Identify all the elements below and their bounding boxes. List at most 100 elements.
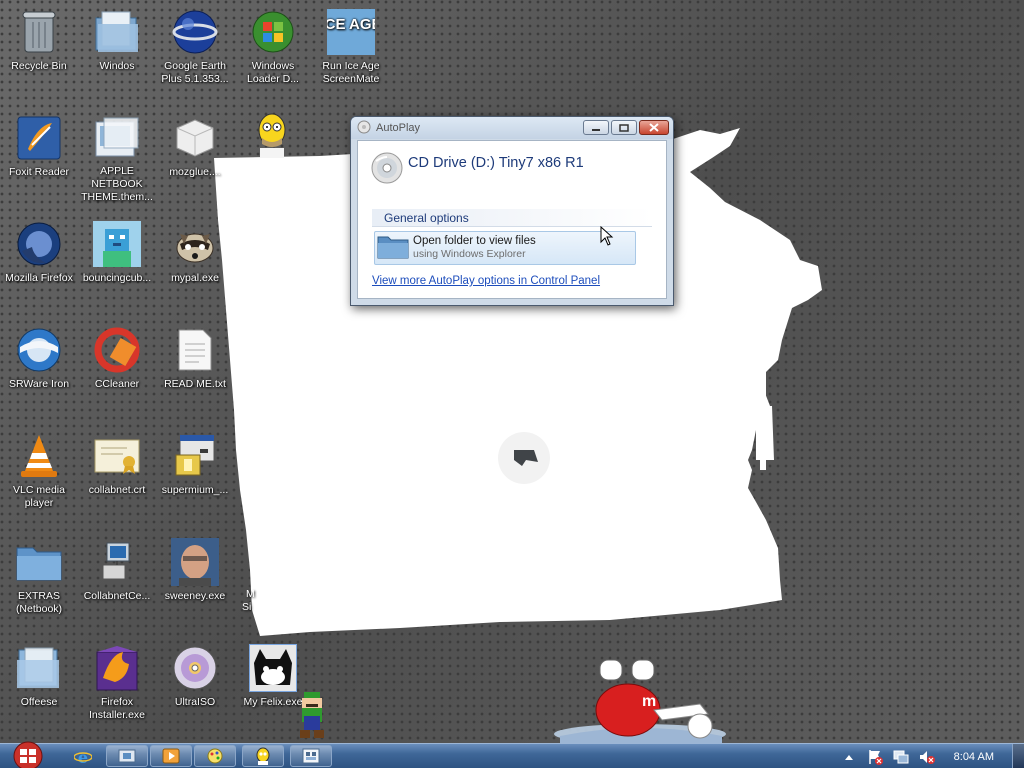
volume-muted-icon	[919, 750, 935, 764]
taskbar-internet-explorer[interactable]: e	[72, 746, 94, 767]
autoplay-content: CD Drive (D:) Tiny7 x86 R1 General optio…	[357, 140, 667, 299]
partial-icon-label: M	[246, 588, 255, 600]
open-folder-option[interactable]: Open folder to view files using Windows …	[374, 231, 636, 265]
window-controls	[583, 120, 669, 135]
desktop-icon-supermium[interactable]: supermium_...	[156, 432, 234, 522]
close-icon	[649, 123, 659, 132]
tray-volume[interactable]	[918, 749, 936, 765]
tray-network[interactable]	[892, 749, 910, 765]
ccleaner-icon	[93, 326, 141, 374]
desktop-icon-ccleaner[interactable]: CCleaner	[78, 326, 156, 416]
desktop-icon-windos[interactable]: Windos	[78, 8, 156, 98]
folder-windows-icon	[93, 8, 141, 56]
desktop-icon-mypal[interactable]: mypal.exe	[156, 220, 234, 310]
show-desktop-button[interactable]	[1012, 744, 1024, 768]
theme-file-icon	[93, 114, 141, 161]
srware-iron-icon	[15, 326, 63, 374]
taskbar-homer[interactable]	[242, 745, 284, 767]
google-earth-icon	[171, 8, 219, 56]
system-tray: 8:04 AM	[836, 744, 1024, 768]
homer-icon	[256, 747, 270, 765]
drive-header: CD Drive (D:) Tiny7 x86 R1	[370, 151, 584, 189]
raccoon-icon	[171, 220, 219, 268]
desktop-icon-readme[interactable]: READ ME.txt	[156, 326, 234, 416]
firefox-icon	[15, 220, 63, 268]
desktop-icon-google-earth[interactable]: Google Earth Plus 5.1.353...	[156, 8, 234, 98]
photo-face-icon	[171, 538, 219, 586]
mouse-cursor-icon	[600, 226, 614, 246]
folder-docs-icon	[15, 644, 63, 692]
bouncing-cube-icon	[93, 220, 141, 268]
maximize-button[interactable]	[611, 120, 637, 135]
foxit-reader-icon	[15, 114, 63, 162]
taskbar: e 8:04 AM	[0, 741, 1024, 768]
svg-text:m: m	[642, 693, 656, 710]
desktop-icon-collabnet-crt[interactable]: collabnet.crt	[78, 432, 156, 522]
autoplay-dialog: AutoPlay CD Drive (D:) Tiny7 x86 R1 Gene…	[350, 116, 674, 306]
ultraiso-disc-icon	[171, 644, 219, 692]
desktop-icon-foxit-reader[interactable]: Foxit Reader	[0, 114, 78, 204]
desktop-icon-recycle-bin[interactable]: Recycle Bin	[0, 8, 78, 98]
desktop: Recycle Bin Windos Google Earth Plus 5.1…	[0, 0, 1024, 744]
homer-simpson-figure	[258, 113, 286, 158]
media-player-icon	[162, 748, 180, 764]
installer-icon	[171, 432, 219, 480]
desktop-icon-apple-netbook-theme[interactable]: APPLE NETBOOK THEME.them...	[78, 114, 156, 204]
start-button[interactable]	[8, 741, 48, 768]
luigi-figure	[300, 692, 324, 738]
text-file-icon	[171, 326, 219, 374]
drive-title: CD Drive (D:) Tiny7 x86 R1	[408, 155, 584, 171]
desktop-icon-mozglue[interactable]: mozglue....	[156, 114, 234, 204]
desktop-icon-windows-loader[interactable]: Windows Loader D...	[234, 8, 312, 98]
minimize-button[interactable]	[583, 120, 609, 135]
ice-age-icon: ICE AGE	[327, 8, 375, 56]
desktop-icon-ice-age[interactable]: ICE AGE Run Ice Age ScreenMate	[312, 8, 390, 98]
option-main-text: Open folder to view files	[413, 235, 536, 247]
folder-icon	[377, 233, 409, 263]
autoplay-task-icon	[302, 748, 320, 764]
recycle-bin-icon	[15, 8, 63, 56]
show-hidden-arrow-icon	[844, 754, 853, 760]
desktop-icon-offeese[interactable]: Offeese	[0, 644, 78, 734]
close-button[interactable]	[639, 120, 669, 135]
desktop-icon-firefox-installer[interactable]: Firefox Installer.exe	[78, 644, 156, 734]
certificate-icon	[93, 432, 141, 480]
tray-show-hidden[interactable]	[840, 749, 858, 765]
maximize-icon	[619, 123, 629, 132]
desktop-icon-extras-netbook[interactable]: EXTRAS (Netbook)	[0, 538, 78, 628]
start-orb-icon	[13, 741, 43, 768]
desktop-icon-sweeney[interactable]: sweeney.exe	[156, 538, 234, 628]
autoplay-window-title: AutoPlay	[376, 122, 421, 134]
option-sub-text: using Windows Explorer	[413, 248, 526, 260]
desktop-icon-vlc[interactable]: VLC media player	[0, 432, 78, 522]
folder-icon	[15, 538, 63, 586]
taskbar-autoplay[interactable]	[290, 745, 332, 767]
action-center-icon	[868, 749, 883, 765]
taskbar-explorer[interactable]	[106, 745, 148, 767]
svg-text:ICE AGE: ICE AGE	[327, 16, 375, 33]
firefox-installer-icon	[93, 644, 141, 692]
partial-icon-label: Si	[242, 601, 252, 613]
desktop-icon-collabnetce[interactable]: CollabnetCe...	[78, 538, 156, 628]
vlc-icon	[15, 432, 63, 480]
tray-action-center[interactable]	[866, 749, 884, 765]
taskbar-clock[interactable]: 8:04 AM	[954, 751, 994, 763]
taskbar-paint[interactable]	[194, 745, 236, 767]
internet-explorer-icon: e	[74, 748, 92, 766]
cd-disc-icon	[370, 151, 404, 189]
minimize-icon	[592, 128, 600, 131]
windows-loader-icon	[249, 8, 297, 56]
mm-character-figure: m	[554, 659, 726, 744]
desktop-icon-ultraiso[interactable]: UltraISO	[156, 644, 234, 734]
network-icon	[893, 750, 909, 763]
control-panel-link[interactable]: View more AutoPlay options in Control Pa…	[372, 275, 600, 287]
cat-icon	[249, 644, 297, 692]
explorer-window-icon	[118, 749, 136, 763]
dll-file-icon	[171, 114, 219, 162]
autoplay-window-icon	[357, 119, 371, 138]
paint-icon	[207, 748, 223, 764]
desktop-icon-srware-iron[interactable]: SRWare Iron	[0, 326, 78, 416]
desktop-icon-bouncingcube[interactable]: bouncingcub...	[78, 220, 156, 310]
desktop-icon-mozilla-firefox[interactable]: Mozilla Firefox	[0, 220, 78, 310]
taskbar-media-player[interactable]	[150, 745, 192, 767]
